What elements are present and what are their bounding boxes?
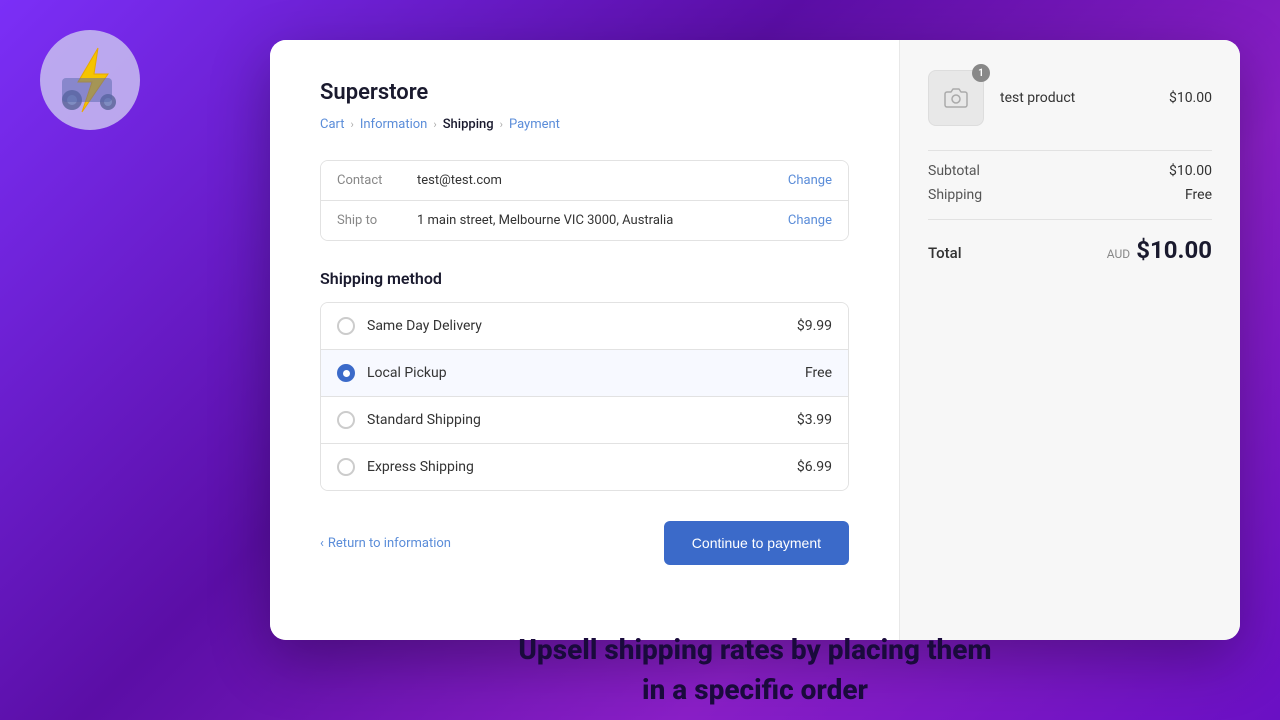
ship-to-change[interactable]: Change — [788, 213, 832, 228]
option-price-same-day: $9.99 — [797, 318, 832, 334]
product-badge: 1 — [972, 64, 990, 82]
return-to-information-link[interactable]: ‹ Return to information — [320, 536, 451, 551]
option-price-standard: $3.99 — [797, 412, 832, 428]
breadcrumb-sep-1: › — [351, 118, 354, 131]
breadcrumb-payment[interactable]: Payment — [509, 117, 560, 132]
continue-to-payment-button[interactable]: Continue to payment — [664, 521, 849, 565]
subtotal-value: $10.00 — [1169, 163, 1212, 179]
contact-label: Contact — [337, 173, 417, 188]
option-price-local-pickup: Free — [805, 365, 832, 381]
store-title: Superstore — [320, 80, 849, 105]
subtotal-label: Subtotal — [928, 163, 980, 179]
product-price: $10.00 — [1169, 90, 1212, 106]
ship-to-row: Ship to 1 main street, Melbourne VIC 300… — [321, 200, 848, 240]
shipping-summary-value: Free — [1185, 187, 1212, 203]
shipping-options: Same Day Delivery $9.99 Local Pickup Fre… — [320, 302, 849, 491]
main-card: Superstore Cart › Information › Shipping… — [270, 40, 1240, 640]
shipping-summary-label: Shipping — [928, 187, 982, 203]
subtotal-row: Subtotal $10.00 — [928, 163, 1212, 179]
radio-standard[interactable] — [337, 411, 355, 429]
radio-local-pickup[interactable] — [337, 364, 355, 382]
camera-icon — [944, 86, 968, 110]
left-panel: Superstore Cart › Information › Shipping… — [270, 40, 900, 640]
product-name: test product — [1000, 90, 1153, 106]
shipping-option-local-pickup[interactable]: Local Pickup Free — [321, 349, 848, 396]
bottom-text: Upsell shipping rates by placing them in… — [270, 620, 1240, 720]
ship-to-value: 1 main street, Melbourne VIC 3000, Austr… — [417, 213, 788, 228]
product-row: 1 test product $10.00 — [928, 70, 1212, 126]
breadcrumb-shipping: Shipping — [443, 117, 494, 132]
product-image-wrapper: 1 — [928, 70, 984, 126]
option-label-same-day: Same Day Delivery — [367, 318, 797, 334]
right-panel: 1 test product $10.00 Subtotal $10.00 Sh… — [900, 40, 1240, 640]
bottom-text-line1: Upsell shipping rates by placing them — [518, 632, 991, 668]
shipping-option-standard[interactable]: Standard Shipping $3.99 — [321, 396, 848, 443]
contact-change[interactable]: Change — [788, 173, 832, 188]
option-price-express: $6.99 — [797, 459, 832, 475]
ship-to-label: Ship to — [337, 213, 417, 228]
total-right: AUD $10.00 — [1107, 236, 1212, 264]
logo — [40, 30, 140, 130]
option-label-local-pickup: Local Pickup — [367, 365, 805, 381]
breadcrumb-cart[interactable]: Cart — [320, 117, 345, 132]
total-amount: $10.00 — [1136, 236, 1212, 264]
contact-row: Contact test@test.com Change — [321, 161, 848, 200]
bottom-text-line2: in a specific order — [642, 672, 868, 708]
breadcrumb-sep-2: › — [433, 118, 436, 131]
chevron-left-icon: ‹ — [320, 536, 324, 551]
breadcrumb-information[interactable]: Information — [360, 117, 428, 132]
radio-same-day[interactable] — [337, 317, 355, 335]
return-label: Return to information — [328, 536, 451, 551]
breadcrumb-sep-3: › — [500, 118, 503, 131]
footer-actions: ‹ Return to information Continue to paym… — [320, 521, 849, 565]
option-label-express: Express Shipping — [367, 459, 797, 475]
shipping-option-express[interactable]: Express Shipping $6.99 — [321, 443, 848, 490]
total-row: Total AUD $10.00 — [928, 219, 1212, 264]
radio-inner-local-pickup — [343, 370, 350, 377]
total-label: Total — [928, 244, 962, 262]
radio-express[interactable] — [337, 458, 355, 476]
divider-1 — [928, 150, 1212, 151]
shipping-method-title: Shipping method — [320, 269, 849, 288]
info-table: Contact test@test.com Change Ship to 1 m… — [320, 160, 849, 241]
shipping-row: Shipping Free — [928, 187, 1212, 203]
contact-value: test@test.com — [417, 173, 788, 188]
breadcrumb: Cart › Information › Shipping › Payment — [320, 117, 849, 132]
option-label-standard: Standard Shipping — [367, 412, 797, 428]
shipping-option-same-day[interactable]: Same Day Delivery $9.99 — [321, 303, 848, 349]
total-currency: AUD — [1107, 247, 1130, 261]
